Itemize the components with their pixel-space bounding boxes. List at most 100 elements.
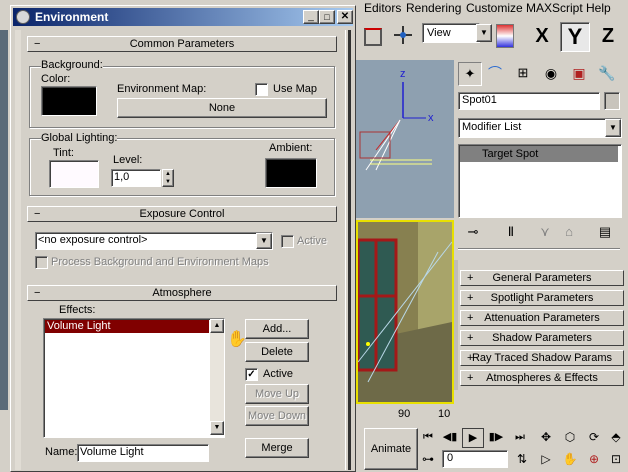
create-tab-icon[interactable]: ✦ bbox=[458, 62, 482, 86]
dialog-scroll-right[interactable] bbox=[345, 30, 354, 470]
menu-editors[interactable]: Editors bbox=[364, 1, 401, 15]
remove-modifier-icon[interactable]: ⌂ bbox=[558, 222, 580, 242]
orbit-icon[interactable]: ⟳ bbox=[584, 428, 604, 446]
next-frame-icon[interactable]: ▮▶ bbox=[486, 428, 506, 446]
rollout-atmosphere-header[interactable]: − Atmosphere bbox=[27, 285, 337, 301]
pivot-icon[interactable] bbox=[496, 24, 514, 48]
configure-modifier-sets-icon[interactable]: ▤ bbox=[594, 222, 616, 242]
minus-icon: − bbox=[34, 38, 41, 50]
level-spinner-arrows[interactable]: ▲ ▼ bbox=[162, 169, 174, 187]
scroll-down-arrow[interactable]: ▼ bbox=[210, 421, 224, 435]
menu-customize[interactable]: Customize bbox=[466, 1, 523, 15]
merge-button[interactable]: Merge bbox=[245, 438, 309, 458]
play-icon[interactable]: ▶ bbox=[462, 428, 484, 448]
viewport-bottom[interactable] bbox=[356, 220, 454, 404]
axis-y-button[interactable]: Y bbox=[560, 22, 590, 52]
minimize-button[interactable]: _ bbox=[303, 10, 319, 24]
stack-item-target-spot[interactable]: Target Spot bbox=[460, 146, 618, 162]
use-map-checkbox[interactable] bbox=[255, 83, 268, 96]
modifier-stack[interactable]: Target Spot bbox=[458, 144, 622, 218]
field-of-view-icon[interactable]: ⬘ bbox=[606, 428, 626, 446]
scroll-up-arrow[interactable]: ▲ bbox=[210, 319, 224, 333]
rollout-exposure-control-header[interactable]: − Exposure Control bbox=[27, 206, 337, 222]
tint-color-swatch[interactable] bbox=[49, 160, 99, 188]
dialog-scroll-edge[interactable] bbox=[15, 30, 21, 470]
exposure-control-dropdown[interactable]: <no exposure control> ▼ bbox=[35, 232, 273, 250]
effects-list-scrollbar[interactable]: ▲ ▼ bbox=[210, 319, 224, 435]
reference-coordinate-dropdown[interactable]: View bbox=[422, 23, 480, 43]
truck-icon[interactable]: ▷ bbox=[536, 450, 556, 468]
menu-help[interactable]: Help bbox=[586, 1, 611, 15]
rollout-scroll-track[interactable] bbox=[454, 260, 458, 390]
make-unique-icon[interactable]: ⋎ bbox=[534, 222, 556, 242]
go-to-start-icon[interactable]: ⏮ bbox=[418, 428, 438, 446]
effect-name-field[interactable]: Volume Light bbox=[77, 444, 209, 462]
dialog-title-bar[interactable]: Environment _ □ ✕ bbox=[13, 8, 353, 26]
rollout-label: Spotlight Parameters bbox=[490, 292, 594, 304]
move-gizmo-icon[interactable] bbox=[392, 24, 414, 46]
motion-tab-icon[interactable]: ◉ bbox=[540, 62, 562, 84]
rollout-spotlight-parameters[interactable]: + Spotlight Parameters bbox=[460, 290, 624, 306]
view-dropdown-value: View bbox=[427, 27, 451, 39]
delete-button[interactable]: Delete bbox=[245, 342, 309, 362]
exposure-control-value: <no exposure control> bbox=[38, 234, 148, 246]
hierarchy-tab-icon[interactable]: ⊞ bbox=[512, 62, 534, 84]
go-to-end-icon[interactable]: ⏭ bbox=[510, 428, 530, 446]
object-color-swatch[interactable] bbox=[604, 92, 620, 110]
rollout-title: Exposure Control bbox=[139, 208, 225, 220]
animate-button[interactable]: Animate bbox=[364, 428, 418, 470]
dropdown-arrow-icon[interactable]: ▼ bbox=[256, 233, 272, 249]
effects-list[interactable]: Volume Light ▲ ▼ bbox=[43, 318, 225, 438]
rollout-general-parameters[interactable]: + General Parameters bbox=[460, 270, 624, 286]
effect-item-volume-light[interactable]: Volume Light bbox=[45, 320, 209, 333]
axis-x-button[interactable]: X bbox=[528, 22, 556, 50]
rollout-title: Common Parameters bbox=[129, 38, 235, 50]
object-name-field[interactable]: Spot01 bbox=[458, 92, 600, 110]
menu-rendering[interactable]: Rendering bbox=[406, 1, 461, 15]
zoom-extents-icon[interactable]: ⬡ bbox=[560, 428, 580, 446]
display-tab-icon[interactable]: ▣ bbox=[568, 62, 590, 84]
key-mode-icon[interactable]: ⊶ bbox=[418, 450, 438, 468]
modifier-list-dropdown[interactable]: Modifier List ▼ bbox=[458, 118, 622, 138]
rollout-common-parameters-header[interactable]: − Common Parameters bbox=[27, 36, 337, 52]
rollout-shadow-parameters[interactable]: + Shadow Parameters bbox=[460, 330, 624, 346]
rollout-ray-traced-shadow-params[interactable]: + Ray Traced Shadow Params bbox=[460, 350, 624, 366]
minus-icon: − bbox=[34, 208, 41, 220]
environment-map-button[interactable]: None bbox=[117, 98, 327, 118]
modify-tab-icon[interactable]: ⌒ bbox=[484, 62, 506, 84]
effect-item-label: Volume Light bbox=[47, 320, 111, 332]
utilities-tab-icon[interactable]: 🔧 bbox=[596, 62, 618, 84]
previous-frame-icon[interactable]: ◀▮ bbox=[440, 428, 460, 446]
close-button[interactable]: ✕ bbox=[337, 10, 353, 24]
timeline[interactable]: 90 10 bbox=[356, 404, 454, 424]
rollout-atmospheres-effects[interactable]: + Atmospheres & Effects bbox=[460, 370, 624, 386]
process-background-label: Process Background and Environment Maps bbox=[51, 256, 269, 268]
maximize-viewport-icon[interactable]: ⊡ bbox=[606, 450, 626, 468]
viewport-top[interactable]: z x bbox=[356, 60, 454, 218]
main-toolbar: View ▼ X Y Z bbox=[356, 18, 628, 58]
dropdown-arrow-icon[interactable]: ▼ bbox=[476, 24, 492, 42]
rollout-attenuation-parameters[interactable]: + Attenuation Parameters bbox=[460, 310, 624, 326]
pin-stack-icon[interactable]: ⊸ bbox=[462, 222, 484, 242]
background-color-swatch[interactable] bbox=[41, 86, 97, 116]
dolly-icon[interactable]: ⇅ bbox=[512, 450, 532, 468]
current-frame-field[interactable]: 0 bbox=[442, 450, 508, 468]
plus-icon: + bbox=[467, 372, 474, 384]
dropdown-arrow-icon[interactable]: ▼ bbox=[605, 119, 621, 137]
add-button[interactable]: Add... bbox=[245, 319, 309, 339]
show-end-result-icon[interactable]: Ⅱ bbox=[500, 222, 522, 242]
maximize-button[interactable]: □ bbox=[319, 10, 335, 24]
plus-icon: + bbox=[467, 312, 474, 324]
axis-z-button[interactable]: Z bbox=[594, 22, 622, 50]
effect-active-checkbox[interactable]: ✓ bbox=[245, 368, 258, 381]
background-label: Background: bbox=[41, 59, 103, 71]
pan-icon[interactable]: ✥ bbox=[536, 428, 556, 446]
roll-icon[interactable]: ⊕ bbox=[584, 450, 604, 468]
menu-maxscript[interactable]: MAXScript bbox=[526, 1, 583, 15]
effect-name-value: Volume Light bbox=[80, 446, 144, 458]
select-region-icon[interactable] bbox=[364, 28, 382, 46]
ambient-color-swatch[interactable] bbox=[265, 158, 317, 188]
hand-pan-icon[interactable]: ✋ bbox=[560, 450, 580, 468]
level-spinner-field[interactable]: 1,0 bbox=[111, 169, 161, 187]
max-menubar: Editors Rendering Customize MAXScript He… bbox=[356, 0, 628, 18]
